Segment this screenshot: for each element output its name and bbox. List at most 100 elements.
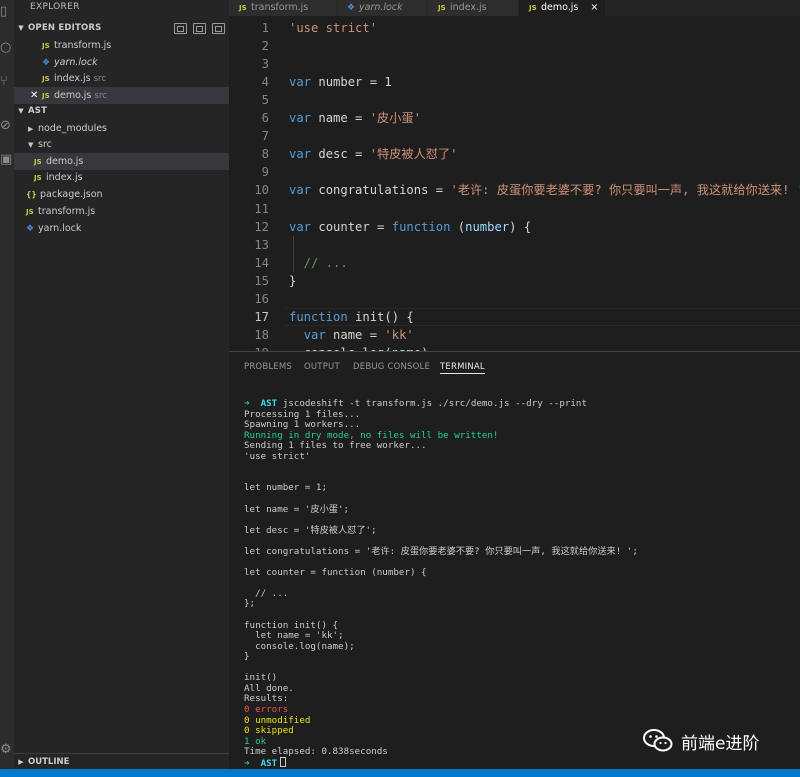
line-number: 14	[254, 255, 269, 270]
status-bar	[0, 769, 800, 777]
line-number: 3	[261, 57, 269, 72]
activity-bar: ▯ ○ ⑂ ⊘ ▣ ⚙	[0, 0, 14, 777]
settings-icon[interactable]: ⚙	[0, 740, 14, 760]
code-line[interactable]: function init() {	[289, 308, 414, 326]
tab-label: demo.js	[541, 2, 579, 13]
file-folder-hint: src	[93, 74, 107, 84]
js-file-icon: JS	[42, 75, 50, 83]
tab-transform[interactable]: JS transform.js	[229, 0, 336, 16]
code-line[interactable]: var name = '皮小蛋'	[289, 109, 421, 127]
open-editor-yarn[interactable]: ❖ yarn.lock	[14, 54, 229, 71]
outline-header[interactable]: ▶ OUTLINE	[14, 753, 229, 769]
js-file-icon: JS	[34, 174, 42, 182]
tree-file-package-json[interactable]: {} package.json	[14, 186, 229, 203]
chevron-right-icon: ▶	[18, 758, 24, 766]
explorer-sidebar: EXPLORER ▼ OPEN EDITORS JS transform.js ❖ y…	[14, 0, 229, 769]
yarn-icon: ❖	[347, 3, 356, 13]
indent-guide	[293, 235, 294, 272]
tree-file-transform[interactable]: JS transform.js	[14, 203, 229, 220]
panel-tab-debug-console[interactable]: DEBUG CONSOLE	[353, 360, 430, 374]
line-number: 9	[261, 165, 269, 180]
editor-tabs: JS transform.js ❖ yarn.lock JS index.js JS d…	[229, 0, 800, 16]
terminal-line: Running in dry mode, no files will be wr…	[244, 429, 499, 441]
new-file-icon[interactable]	[174, 22, 187, 34]
tree-folder-node-modules[interactable]: ▶ node_modules	[14, 120, 229, 137]
code-line[interactable]: var counter = function (number) {	[289, 218, 531, 236]
source-control-icon[interactable]: ⑂	[0, 72, 14, 92]
search-icon[interactable]: ○	[0, 38, 14, 58]
tree-folder-src[interactable]: ▼ src	[14, 136, 229, 153]
terminal-line: let desc = '特皮被人怼了';	[244, 524, 377, 536]
open-editors-header[interactable]: ▼ OPEN EDITORS	[14, 20, 229, 36]
json-file-icon: {}	[26, 190, 37, 199]
line-number: 2	[261, 39, 269, 54]
tab-label: index.js	[450, 2, 487, 13]
line-number: 17	[254, 309, 269, 324]
terminal-line: init()	[244, 672, 278, 684]
tree-file-yarn-lock[interactable]: ❖ yarn.lock	[14, 220, 229, 237]
terminal-command-line: ➜ AST jscodeshift -t transform.js ./src/…	[244, 398, 587, 409]
project-header[interactable]: ▼ AST	[14, 103, 229, 119]
file-folder-hint: src	[94, 91, 107, 101]
tree-file-index[interactable]: JS index.js	[14, 169, 229, 186]
file-label: yarn.lock	[54, 57, 98, 68]
tab-yarn-lock[interactable]: ❖ yarn.lock	[337, 0, 427, 16]
panel-tab-output[interactable]: OUTPUT	[304, 360, 340, 374]
open-editor-index[interactable]: JS index.js src	[14, 70, 229, 87]
code-line[interactable]: var number = 1	[289, 73, 392, 91]
close-all-icon[interactable]	[212, 22, 225, 34]
code-line[interactable]: var desc = '特皮被人怼了'	[289, 145, 458, 163]
explorer-title: EXPLORER	[30, 2, 80, 12]
code-line[interactable]: console.log(name)	[289, 344, 429, 351]
outline-label: OUTLINE	[28, 757, 70, 767]
terminal-line: 0 skipped	[244, 725, 294, 737]
js-file-icon: JS	[26, 208, 34, 216]
file-label: package.json	[40, 189, 103, 200]
terminal-prompt[interactable]: ➜ AST	[244, 756, 287, 769]
code-line[interactable]: var congratulations = '老许: 皮蛋你要老婆不要? 你只要…	[289, 181, 800, 199]
file-label: demo.js	[46, 156, 84, 167]
code-editor[interactable]: 1 'use strict' 2 3 4 var number = 1 5 6 var name…	[229, 16, 800, 351]
open-editor-demo[interactable]: ✕ JS demo.js src	[14, 87, 229, 104]
code-line[interactable]: var name = 'kk'	[289, 326, 414, 344]
terminal-line: 'use strict'	[244, 450, 311, 462]
command-text: jscodeshift -t transform.js ./src/demo.j…	[277, 398, 587, 409]
file-label: index.js	[54, 73, 91, 84]
terminal-line: 0 unmodified	[244, 714, 311, 726]
terminal-line: // ...	[244, 587, 289, 599]
line-number: 1	[261, 21, 269, 35]
open-editors-toolbar	[174, 20, 225, 36]
panel-tab-problems[interactable]: PROBLEMS	[244, 360, 292, 374]
js-file-icon: JS	[42, 42, 50, 50]
panel-tab-terminal[interactable]: TERMINAL	[440, 360, 485, 374]
chevron-down-icon: ▼	[18, 24, 24, 32]
tab-index[interactable]: JS index.js	[428, 0, 518, 16]
code-line[interactable]: // ...	[289, 254, 348, 272]
tree-file-demo[interactable]: JS demo.js	[14, 153, 229, 170]
line-number: 4	[261, 75, 269, 90]
extensions-icon[interactable]: ▣	[0, 150, 14, 170]
line-number: 18	[254, 327, 269, 342]
project-label: AST	[28, 106, 48, 116]
code-line[interactable]: }	[289, 272, 296, 290]
chevron-down-icon: ▼	[28, 141, 34, 149]
terminal-line: let name = '皮小蛋';	[244, 503, 350, 515]
files-icon[interactable]: ▯	[0, 2, 14, 22]
prompt-dir: AST	[249, 398, 278, 409]
tab-demo[interactable]: JS demo.js ×	[519, 0, 605, 16]
save-all-icon[interactable]	[193, 22, 206, 34]
file-label: yarn.lock	[38, 223, 82, 234]
line-number: 15	[254, 273, 269, 288]
terminal-line: let counter = function (number) {	[244, 566, 427, 578]
close-tab-icon[interactable]: ×	[590, 2, 598, 13]
watermark: 前端e进阶	[643, 727, 759, 755]
line-number: 12	[254, 219, 269, 234]
code-line[interactable]: 'use strict'	[289, 19, 377, 37]
debug-icon[interactable]: ⊘	[0, 116, 14, 136]
open-editor-transform[interactable]: JS transform.js	[14, 37, 229, 54]
close-icon[interactable]: ✕	[30, 87, 42, 104]
file-label: transform.js	[38, 206, 96, 217]
terminal-line: }	[244, 651, 250, 663]
wechat-icon	[643, 728, 673, 754]
terminal-line: 1 ok	[244, 735, 267, 747]
